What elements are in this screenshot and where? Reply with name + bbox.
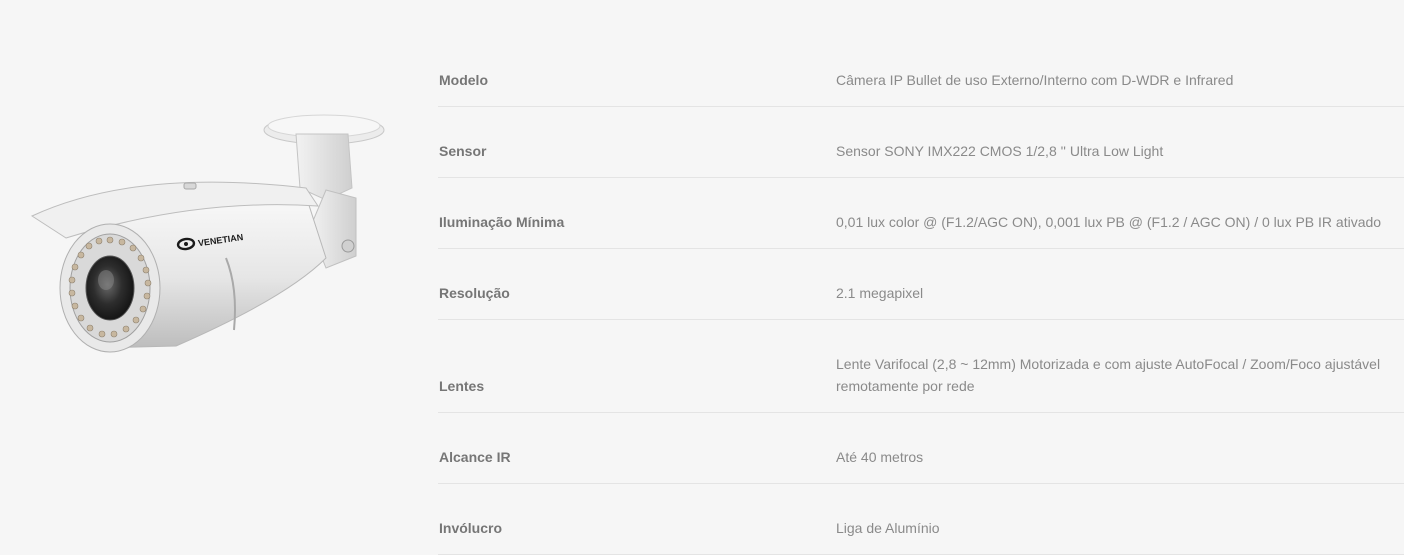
spec-value: 0,01 lux color @ (F1.2/AGC ON), 0,001 lu… [836, 214, 1382, 230]
spec-value: Liga de Alumínio [836, 520, 940, 536]
spec-row: Iluminação Mínima 0,01 lux color @ (F1.2/… [438, 178, 1404, 249]
specifications-table: Modelo Câmera IP Bullet de uso Externo/In… [438, 36, 1404, 555]
spec-value: Até 40 metros [836, 449, 924, 465]
product-camera-image: VENETIAN [30, 114, 385, 353]
spec-value: Sensor SONY IMX222 CMOS 1/2,8 '' Ultra L… [836, 143, 1164, 159]
spec-value: 2.1 megapixel [836, 285, 924, 301]
spec-value: Lente Varifocal (2,8 ~ 12mm) Motorizada … [836, 356, 1381, 394]
spec-value: Câmera IP Bullet de uso Externo/Interno … [836, 72, 1234, 88]
spec-label: Sensor [439, 143, 487, 159]
spec-label: Lentes [439, 378, 485, 394]
spec-label: Resolução [439, 285, 510, 301]
spec-row: Lentes Lente Varifocal (2,8 ~ 12mm) Motor… [438, 320, 1404, 413]
spec-label: Alcance IR [439, 449, 511, 465]
spec-label: Invólucro [439, 520, 503, 536]
spec-row: Modelo Câmera IP Bullet de uso Externo/In… [438, 36, 1404, 107]
spec-row: Sensor Sensor SONY IMX222 CMOS 1/2,8 '' U… [438, 107, 1404, 178]
spec-label: Modelo [439, 72, 488, 88]
spec-row: Invólucro Liga de Alumínio [438, 484, 1404, 555]
spec-row: Alcance IR Até 40 metros [438, 413, 1404, 484]
spec-label: Iluminação Mínima [439, 214, 565, 230]
spec-row: Resolução 2.1 megapixel [438, 249, 1404, 320]
